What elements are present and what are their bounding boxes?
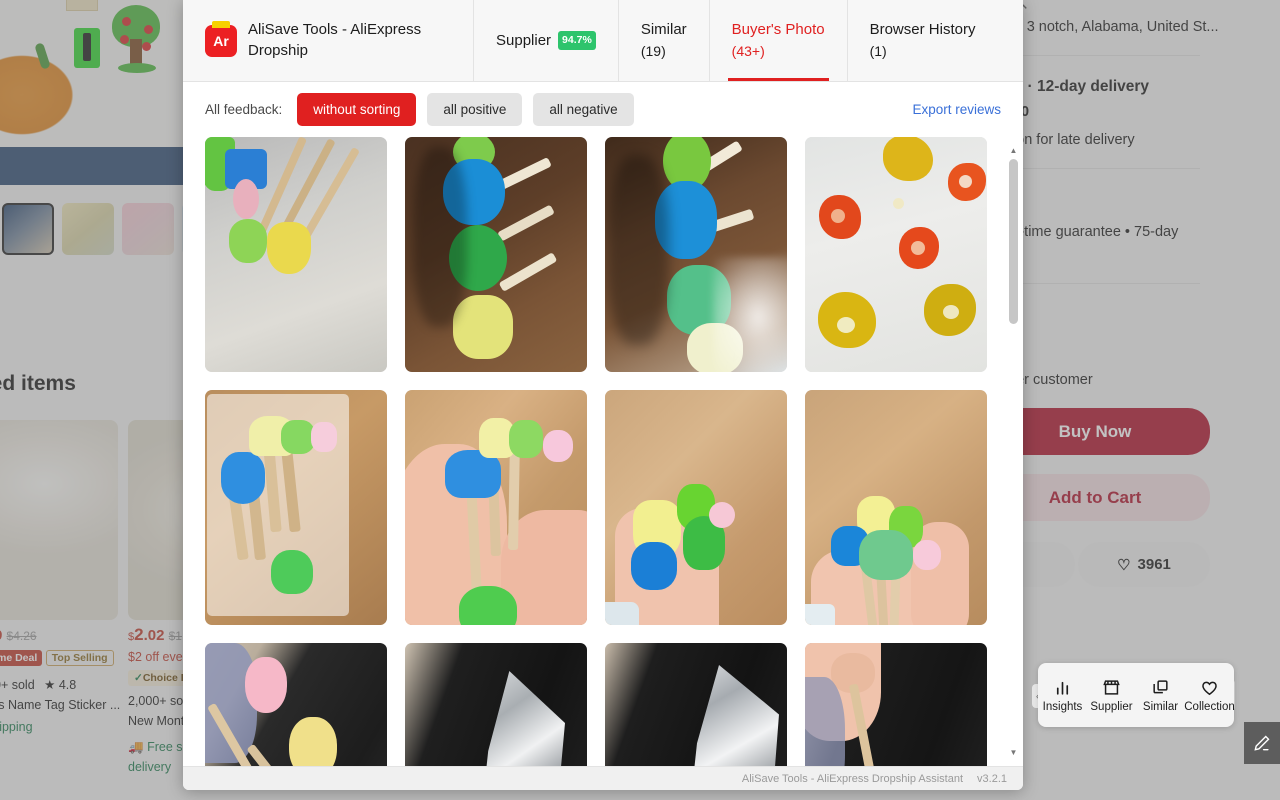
- storefront-icon: [1102, 678, 1121, 697]
- filter-chip-all-positive[interactable]: all positive: [427, 93, 523, 126]
- heart-icon: [1200, 678, 1219, 697]
- buyer-photo-grid: [183, 137, 1023, 766]
- buyer-photo-item[interactable]: [405, 137, 587, 372]
- photo-sponges-dark-wood-b: [605, 137, 787, 372]
- filter-chip-without-sorting[interactable]: without sorting: [297, 93, 417, 126]
- tab-label-browser-history: Browser History: [869, 21, 976, 39]
- buyer-photo-item[interactable]: [605, 390, 787, 625]
- toolbar-item-collection[interactable]: Collection: [1184, 678, 1235, 713]
- tab-label-supplier: Supplier: [496, 31, 552, 49]
- modal-scrollbar[interactable]: ▲ ▼: [1008, 137, 1019, 766]
- supplier-rating-badge: 94.7%: [558, 30, 596, 51]
- photo-sponges-in-hand-fan: [405, 390, 587, 625]
- photo-paint-stamps-paper: [805, 137, 987, 372]
- copy-stack-icon: [1151, 678, 1170, 697]
- export-reviews-link[interactable]: Export reviews: [912, 102, 1001, 117]
- toolbar-label-supplier: Supplier: [1090, 700, 1133, 713]
- extension-modal: Ar AliSave Tools - AliExpress Dropship S…: [183, 0, 1023, 790]
- scroll-down-arrow-icon[interactable]: ▼: [1008, 747, 1019, 758]
- toolbar-label-collection: Collection: [1184, 700, 1235, 713]
- bar-chart-icon: [1053, 678, 1072, 697]
- footer-app-name: AliSave Tools - AliExpress Dropship Assi…: [741, 772, 964, 785]
- logo-text: Ar: [213, 32, 229, 49]
- toolbar-label-insights: Insights: [1042, 700, 1083, 713]
- photo-sponges-on-cloth: [205, 137, 387, 372]
- buyer-photo-item[interactable]: [405, 643, 587, 766]
- toolbar-item-supplier[interactable]: Supplier: [1089, 678, 1135, 713]
- tab-buyers-photo[interactable]: Buyer's Photo (43+): [708, 0, 847, 81]
- toolbar-item-insights[interactable]: Insights: [1040, 678, 1086, 713]
- brand-block: Ar AliSave Tools - AliExpress Dropship: [183, 0, 473, 81]
- modal-tabs: Supplier 94.7% Similar (19) Buyer's Phot…: [473, 0, 1023, 81]
- tab-count-browser-history: (1): [869, 43, 887, 60]
- tab-count-buyers-photo: (43+): [731, 43, 765, 60]
- scrollbar-thumb[interactable]: [1009, 159, 1018, 324]
- photo-sponges-in-fist: [605, 390, 787, 625]
- footer-version: v3.2.1: [977, 772, 1007, 785]
- buyer-photo-item[interactable]: [405, 390, 587, 625]
- buyer-photo-item[interactable]: [805, 643, 987, 766]
- photo-pink-yellow-sponge-dark: [205, 643, 387, 766]
- filter-label: All feedback:: [205, 102, 283, 117]
- photo-sponges-dark-wood-a: [405, 137, 587, 372]
- buyer-photo-item[interactable]: [205, 137, 387, 372]
- photo-hand-holding-stick: [805, 643, 987, 766]
- photo-sponges-in-package: [205, 390, 387, 625]
- buyer-photo-item[interactable]: [205, 390, 387, 625]
- buyer-photo-item[interactable]: [605, 643, 787, 766]
- buyer-photo-scroll-area[interactable]: ▲ ▼: [183, 137, 1023, 766]
- photo-sponges-held-up: [805, 390, 987, 625]
- buyer-photo-item[interactable]: [805, 390, 987, 625]
- toolbar-item-similar[interactable]: Similar: [1138, 678, 1184, 713]
- modal-footer: AliSave Tools - AliExpress Dropship Assi…: [183, 766, 1023, 790]
- modal-header: Ar AliSave Tools - AliExpress Dropship S…: [183, 0, 1023, 82]
- scroll-up-arrow-icon[interactable]: ▲: [1008, 145, 1019, 156]
- toolbar-label-similar: Similar: [1142, 700, 1179, 713]
- alisave-logo-icon: Ar: [205, 20, 237, 57]
- tab-supplier[interactable]: Supplier 94.7%: [473, 0, 618, 81]
- photo-foil-dark-b: [605, 643, 787, 766]
- buyer-photo-item[interactable]: [205, 643, 387, 766]
- buyer-photo-item[interactable]: [805, 137, 987, 372]
- feedback-filter-bar: All feedback: without sorting all positi…: [183, 82, 1023, 137]
- floating-extension-toolbar: Insights Supplier Similar Collection: [1038, 663, 1235, 727]
- tab-label-similar: Similar: [640, 21, 687, 39]
- tab-browser-history[interactable]: Browser History (1): [846, 0, 998, 81]
- edit-pencil-button[interactable]: [1244, 722, 1280, 764]
- photo-foil-dark-a: [405, 643, 587, 766]
- filter-chip-all-negative[interactable]: all negative: [533, 93, 634, 126]
- tab-count-similar: (19): [640, 43, 666, 60]
- tab-similar[interactable]: Similar (19): [617, 0, 709, 81]
- tab-label-buyers-photo: Buyer's Photo: [731, 21, 825, 39]
- extension-title: AliSave Tools - AliExpress Dropship: [248, 21, 422, 59]
- buyer-photo-item[interactable]: [605, 137, 787, 372]
